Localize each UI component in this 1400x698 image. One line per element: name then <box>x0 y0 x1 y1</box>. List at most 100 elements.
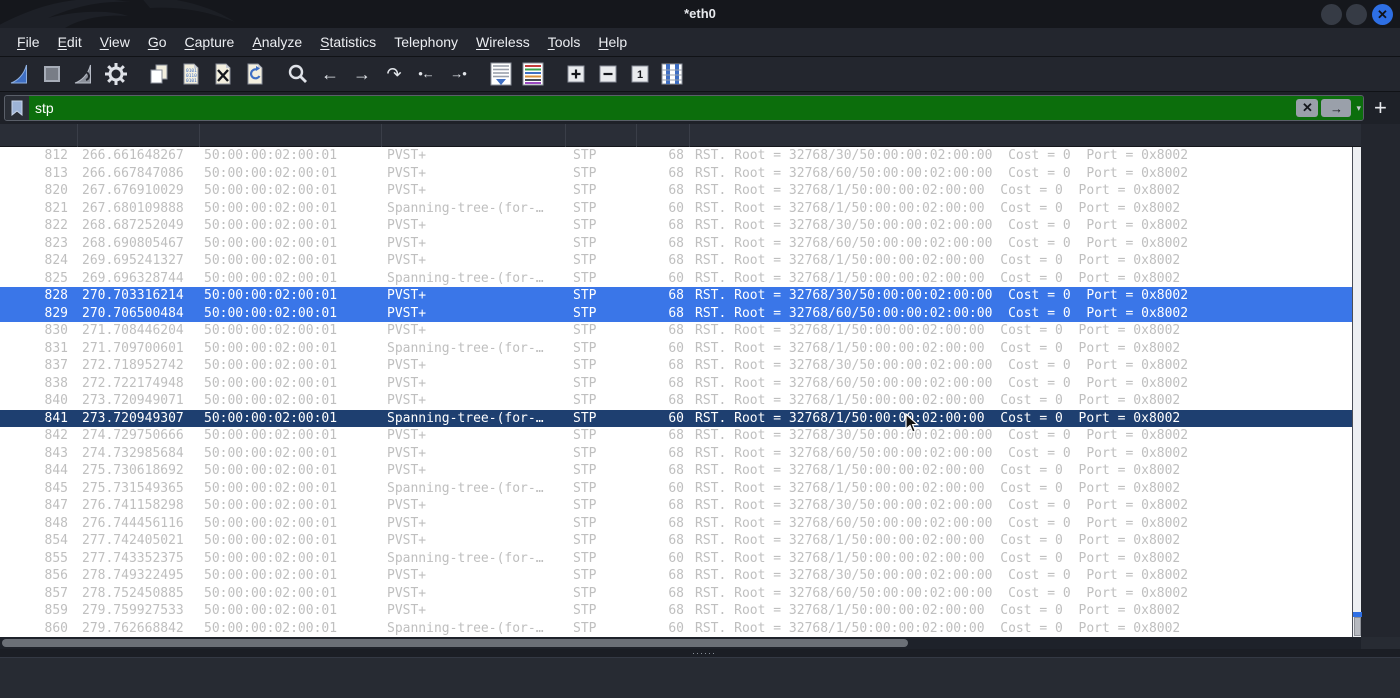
packet-row-838[interactable]: 838 272.722174948 50:00:00:02:00:01 PVST+ ST… <box>0 375 1352 393</box>
zoom-in-button[interactable] <box>563 61 589 87</box>
maximize-button[interactable] <box>1346 4 1367 25</box>
cell-no: 830 <box>44 323 68 338</box>
packet-row-844[interactable]: 844 275.730618692 50:00:00:02:00:01 PVST+ ST… <box>0 462 1352 480</box>
packet-row-840[interactable]: 840 273.720949071 50:00:00:02:00:01 PVST+ ST… <box>0 392 1352 410</box>
packet-row-842[interactable]: 842 274.729750666 50:00:00:02:00:01 PVST+ ST… <box>0 427 1352 445</box>
menu-item-edit[interactable]: Edit <box>49 30 91 54</box>
vertical-scrollbar-handle[interactable] <box>1354 617 1361 636</box>
column-header-protocol[interactable] <box>566 124 637 147</box>
open-file-button[interactable] <box>146 61 172 87</box>
close-button[interactable]: ✕ <box>1372 4 1393 25</box>
packet-row-859[interactable]: 859 279.759927533 50:00:00:02:00:01 PVST+ ST… <box>0 602 1352 620</box>
column-header-time[interactable] <box>78 124 200 147</box>
column-header-no[interactable] <box>0 124 78 147</box>
menu-item-analyze[interactable]: Analyze <box>243 30 311 54</box>
add-filter-button[interactable]: + <box>1374 95 1387 121</box>
apply-filter-button[interactable]: → <box>1321 99 1352 117</box>
go-first-button[interactable]: •← <box>413 61 439 87</box>
collapsed-details-pane <box>0 657 1400 698</box>
packet-row-825[interactable]: 825 269.696328744 50:00:00:02:00:01 Spannin… <box>0 270 1352 288</box>
splitter-handle-icon[interactable]: ······ <box>692 649 716 658</box>
save-file-button[interactable]: 0101 0110 0101 <box>178 61 204 87</box>
packet-row-847[interactable]: 847 276.741158298 50:00:00:02:00:01 PVST+ ST… <box>0 497 1352 515</box>
menu-item-capture[interactable]: Capture <box>176 30 244 54</box>
stop-capture-button[interactable] <box>39 61 65 87</box>
menu-item-file[interactable]: File <box>8 30 49 54</box>
packet-row-845[interactable]: 845 275.731549365 50:00:00:02:00:01 Spannin… <box>0 480 1352 498</box>
packet-row-841[interactable]: 841 273.720949307 50:00:00:02:00:01 Spannin… <box>0 409 1352 427</box>
start-capture-button[interactable] <box>7 61 33 87</box>
packet-row-812[interactable]: 812 266.661648267 50:00:00:02:00:01 PVST+ ST… <box>0 147 1352 165</box>
menu-item-help[interactable]: Help <box>589 30 636 54</box>
restart-capture-button[interactable] <box>71 61 97 87</box>
menu-item-tools[interactable]: Tools <box>539 30 590 54</box>
cell-destination: PVST+ <box>387 305 427 321</box>
minimize-button[interactable] <box>1321 4 1342 25</box>
horizontal-scrollbar[interactable] <box>0 637 1361 649</box>
column-header-length[interactable] <box>637 124 690 147</box>
zoom-out-button[interactable] <box>595 61 621 87</box>
cell-protocol: STP <box>573 218 597 233</box>
find-packet-button[interactable] <box>285 61 311 87</box>
packet-row-823[interactable]: 823 268.690805467 50:00:00:02:00:01 PVST+ ST… <box>0 235 1352 253</box>
packet-row-821[interactable]: 821 267.680109888 50:00:00:02:00:01 Spannin… <box>0 200 1352 218</box>
packet-row-843[interactable]: 843 274.732985684 50:00:00:02:00:01 PVST+ ST… <box>0 445 1352 463</box>
cell-source: 50:00:00:02:00:01 <box>204 533 338 548</box>
packet-row-854[interactable]: 854 277.742405021 50:00:00:02:00:01 PVST+ ST… <box>0 532 1352 550</box>
display-filter-field[interactable]: stp ✕ → ▾ <box>4 95 1364 121</box>
vertical-scrollbar[interactable] <box>1352 147 1362 637</box>
column-header-info[interactable] <box>690 124 1361 147</box>
packet-row-824[interactable]: 824 269.695241327 50:00:00:02:00:01 PVST+ ST… <box>0 252 1352 270</box>
packet-row-856[interactable]: 856 278.749322495 50:00:00:02:00:01 PVST+ ST… <box>0 567 1352 585</box>
auto-scroll-button[interactable] <box>488 61 514 87</box>
packet-row-830[interactable]: 830 271.708446204 50:00:00:02:00:01 PVST+ ST… <box>0 322 1352 340</box>
cell-no: 837 <box>44 358 68 373</box>
go-forward-button[interactable]: → <box>349 61 375 87</box>
cell-source: 50:00:00:02:00:01 <box>204 550 338 566</box>
packet-row-860[interactable]: 860 279.762668842 50:00:00:02:00:01 Spannin… <box>0 620 1352 638</box>
close-file-button[interactable] <box>210 61 236 87</box>
cell-protocol: STP <box>573 323 597 338</box>
resize-columns-button[interactable] <box>659 61 685 87</box>
cell-length: 68 <box>668 305 684 321</box>
colorize-button[interactable] <box>520 61 546 87</box>
packet-row-831[interactable]: 831 271.709700601 50:00:00:02:00:01 Spannin… <box>0 340 1352 358</box>
cell-destination: PVST+ <box>387 393 427 408</box>
packet-row-813[interactable]: 813 266.667847086 50:00:00:02:00:01 PVST+ ST… <box>0 165 1352 183</box>
pane-splitter[interactable]: ······ <box>0 649 1400 658</box>
packet-row-857[interactable]: 857 278.752450885 50:00:00:02:00:01 PVST+ ST… <box>0 585 1352 603</box>
filter-dropdown-arrow-icon[interactable]: ▾ <box>1356 103 1361 114</box>
packet-row-828[interactable]: 828 270.703316214 50:00:00:02:00:01 PVST+ ST… <box>0 287 1352 305</box>
cell-info: RST. Root = 32768/60/50:00:00:02:00:00 C… <box>695 235 1189 251</box>
capture-options-button[interactable] <box>103 61 129 87</box>
filter-bookmark-button[interactable] <box>5 96 29 120</box>
go-last-button[interactable]: →• <box>445 61 471 87</box>
menu-item-statistics[interactable]: Statistics <box>311 30 385 54</box>
packet-row-855[interactable]: 855 277.743352375 50:00:00:02:00:01 Spannin… <box>0 550 1352 568</box>
menu-item-telephony[interactable]: Telephony <box>385 30 467 54</box>
cell-destination: PVST+ <box>387 445 427 461</box>
cell-source: 50:00:00:02:00:01 <box>204 410 338 426</box>
filter-input[interactable]: stp <box>29 96 1297 120</box>
packet-row-848[interactable]: 848 276.744456116 50:00:00:02:00:01 PVST+ ST… <box>0 515 1352 533</box>
packet-row-829[interactable]: 829 270.706500484 50:00:00:02:00:01 PVST+ ST… <box>0 304 1352 322</box>
packet-list-header <box>0 124 1361 147</box>
reload-file-button[interactable] <box>242 61 268 87</box>
zoom-original-button[interactable]: 1 <box>627 61 653 87</box>
go-to-packet-button[interactable]: ↷ <box>381 61 407 87</box>
menu-item-wireless[interactable]: Wireless <box>467 30 539 54</box>
clear-filter-button[interactable]: ✕ <box>1296 99 1319 117</box>
cell-info: RST. Root = 32768/60/50:00:00:02:00:00 C… <box>695 165 1189 181</box>
cell-source: 50:00:00:02:00:01 <box>204 358 338 373</box>
packet-row-820[interactable]: 820 267.676910029 50:00:00:02:00:01 PVST+ ST… <box>0 182 1352 200</box>
column-header-source[interactable] <box>200 124 382 147</box>
cell-time: 276.741158298 <box>82 498 184 513</box>
packet-row-837[interactable]: 837 272.718952742 50:00:00:02:00:01 PVST+ ST… <box>0 357 1352 375</box>
cell-no: 843 <box>44 445 68 461</box>
menu-item-go[interactable]: Go <box>139 30 176 54</box>
go-back-button[interactable]: ← <box>317 61 343 87</box>
menu-item-view[interactable]: View <box>91 30 139 54</box>
horizontal-scrollbar-handle[interactable] <box>2 639 908 647</box>
column-header-destination[interactable] <box>382 124 566 147</box>
packet-row-822[interactable]: 822 268.687252049 50:00:00:02:00:01 PVST+ ST… <box>0 217 1352 235</box>
